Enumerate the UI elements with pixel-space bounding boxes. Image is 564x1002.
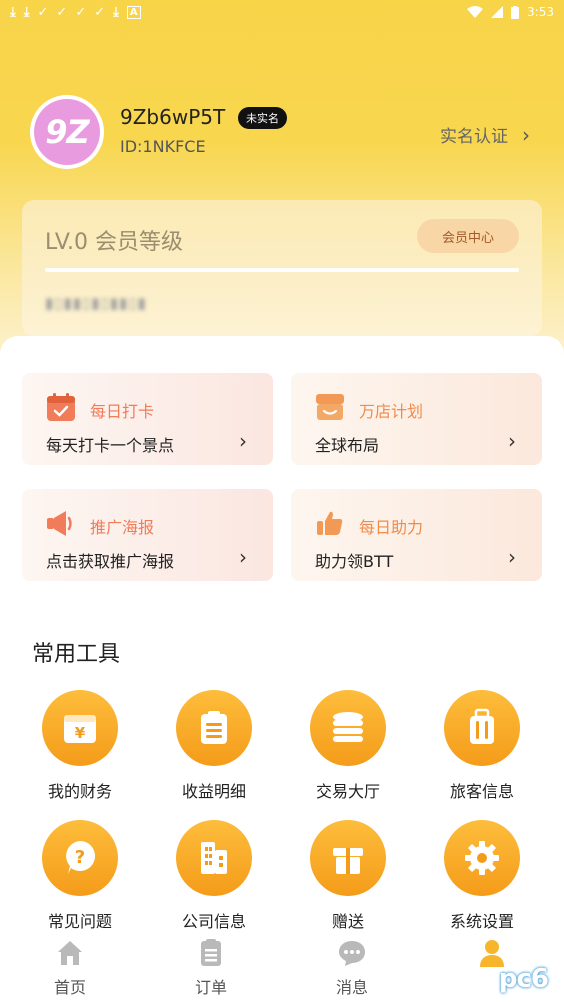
signal-icon — [491, 6, 504, 18]
level-title: LV.0 会员等级 — [45, 230, 184, 255]
tool-label: 旅客信息 — [449, 782, 514, 801]
feature-title: 推广海报 — [90, 518, 155, 537]
tool-earnings-detail[interactable]: 收益明细 — [159, 690, 269, 810]
status-bar: ⤓ ⤓ ✓ ✓ ✓ ✓ ⤓ A 3:53 — [0, 0, 564, 24]
verify-identity-link[interactable]: 实名认证 › — [440, 122, 530, 148]
feature-subtitle: 点击获取推广海报 — [46, 552, 175, 571]
feature-card-poster[interactable]: 推广海报 点击获取推广海报 › — [22, 489, 273, 581]
tool-label: 收益明细 — [181, 782, 246, 801]
tool-icon-circle — [310, 820, 386, 896]
chevron-right-icon: › — [239, 429, 247, 453]
tab-label: 订单 — [194, 978, 227, 997]
building-icon — [201, 842, 227, 874]
feature-title: 每日助力 — [359, 518, 424, 537]
chevron-right-icon: › — [508, 545, 516, 569]
chevron-right-icon: › — [522, 122, 530, 147]
svg-text:?: ? — [75, 847, 85, 868]
tab-home[interactable]: 首页 — [30, 934, 110, 998]
tool-icon-circle — [176, 820, 252, 896]
tool-icon-circle: ¥ — [42, 690, 118, 766]
calendar-check-icon — [47, 393, 75, 421]
svg-text:¥: ¥ — [75, 724, 86, 742]
tools-section-title: 常用工具 — [32, 642, 121, 667]
megaphone-icon — [47, 511, 72, 536]
tool-faq[interactable]: ? 常见问题 — [25, 820, 135, 940]
chevron-right-icon: › — [508, 429, 516, 453]
tool-icon-circle — [176, 690, 252, 766]
feature-title: 每日打卡 — [90, 402, 155, 421]
feature-card-checkin[interactable]: 每日打卡 每天打卡一个景点 › — [22, 373, 273, 465]
feature-title: 万店计划 — [359, 402, 424, 421]
level-progress-bar — [45, 268, 519, 272]
wallet-yen-icon: ¥ — [64, 715, 96, 743]
tool-label: 我的财务 — [47, 782, 112, 801]
member-level-card: LV.0 会员等级 会员中心 ▮▯▮▮▯▮▯▮▮▯▮ — [22, 200, 542, 336]
tool-label: 常见问题 — [47, 912, 112, 931]
clipboard-list-icon — [201, 711, 227, 744]
app-notification-icon: A — [126, 5, 141, 19]
feature-subtitle: 助力领BTT — [315, 552, 394, 571]
tool-company-info[interactable]: 公司信息 — [159, 820, 269, 940]
tool-icon-circle — [444, 690, 520, 766]
watermark-logo: pc6 — [498, 964, 549, 994]
verify-identity-label: 实名认证 — [440, 127, 508, 147]
gear-icon — [465, 841, 499, 875]
tool-label: 交易大厅 — [315, 782, 380, 801]
user-id: ID:1NKFCE — [120, 137, 206, 156]
check-icon: ✓ — [75, 4, 87, 20]
status-time: 3:53 — [527, 5, 554, 19]
home-icon — [58, 941, 82, 965]
tab-label: 首页 — [53, 978, 86, 997]
notification-icons: ⤓ ⤓ ✓ ✓ ✓ ✓ ⤓ A — [10, 5, 141, 20]
download-icon: ⤓ — [23, 4, 30, 20]
check-icon: ✓ — [56, 4, 68, 20]
tool-trading-hall[interactable]: 交易大厅 — [293, 690, 403, 810]
avatar[interactable]: 9Z — [30, 95, 104, 169]
coin-stack-icon — [333, 712, 363, 742]
tool-gift[interactable]: 赠送 — [293, 820, 403, 940]
feature-card-daily-boost[interactable]: 每日助力 助力领BTT › — [291, 489, 542, 581]
tool-traveler-info[interactable]: 旅客信息 — [427, 690, 537, 810]
chevron-right-icon: › — [239, 545, 247, 569]
avatar-text: 9Z — [34, 99, 100, 165]
tool-my-finance[interactable]: ¥ 我的财务 — [25, 690, 135, 810]
tab-messages[interactable]: 消息 — [312, 934, 392, 998]
tab-label: 消息 — [335, 978, 368, 997]
tool-label: 系统设置 — [449, 912, 514, 931]
tool-icon-circle — [444, 820, 520, 896]
tab-orders[interactable]: 订单 — [171, 934, 251, 998]
level-blurred-text: ▮▯▮▮▯▮▯▮▮▯▮ — [45, 294, 147, 312]
wifi-icon — [467, 6, 484, 18]
member-center-button[interactable]: 会员中心 — [417, 219, 519, 253]
question-bubble-icon: ? — [66, 841, 95, 874]
tool-icon-circle — [310, 690, 386, 766]
username: 9Zb6wP5T — [120, 105, 226, 129]
luggage-icon — [470, 708, 494, 744]
storefront-icon — [316, 394, 344, 420]
download-icon: ⤓ — [113, 4, 119, 20]
feature-card-store-plan[interactable]: 万店计划 全球布局 › — [291, 373, 542, 465]
order-list-icon — [201, 939, 221, 966]
feature-subtitle: 每天打卡一个景点 — [46, 436, 175, 455]
gift-icon — [333, 848, 363, 874]
bottom-tab-bar: 首页 订单 消息 pc6 — [0, 934, 564, 1002]
tool-label: 公司信息 — [181, 912, 246, 931]
download-icon: ⤓ — [10, 4, 16, 20]
check-icon: ✓ — [37, 4, 49, 20]
thumbs-up-icon — [317, 511, 343, 535]
feature-subtitle: 全球布局 — [315, 436, 380, 455]
profile-header: 9Z 9Zb6wP5T 未实名 ID:1NKFCE 实名认证 › — [30, 95, 540, 170]
check-icon: ✓ — [94, 4, 106, 20]
tool-icon-circle: ? — [42, 820, 118, 896]
tool-label: 赠送 — [331, 912, 364, 931]
battery-icon — [511, 5, 520, 19]
verification-badge: 未实名 — [238, 107, 287, 129]
tool-system-settings[interactable]: 系统设置 — [427, 820, 537, 940]
chat-bubble-icon — [339, 941, 365, 966]
